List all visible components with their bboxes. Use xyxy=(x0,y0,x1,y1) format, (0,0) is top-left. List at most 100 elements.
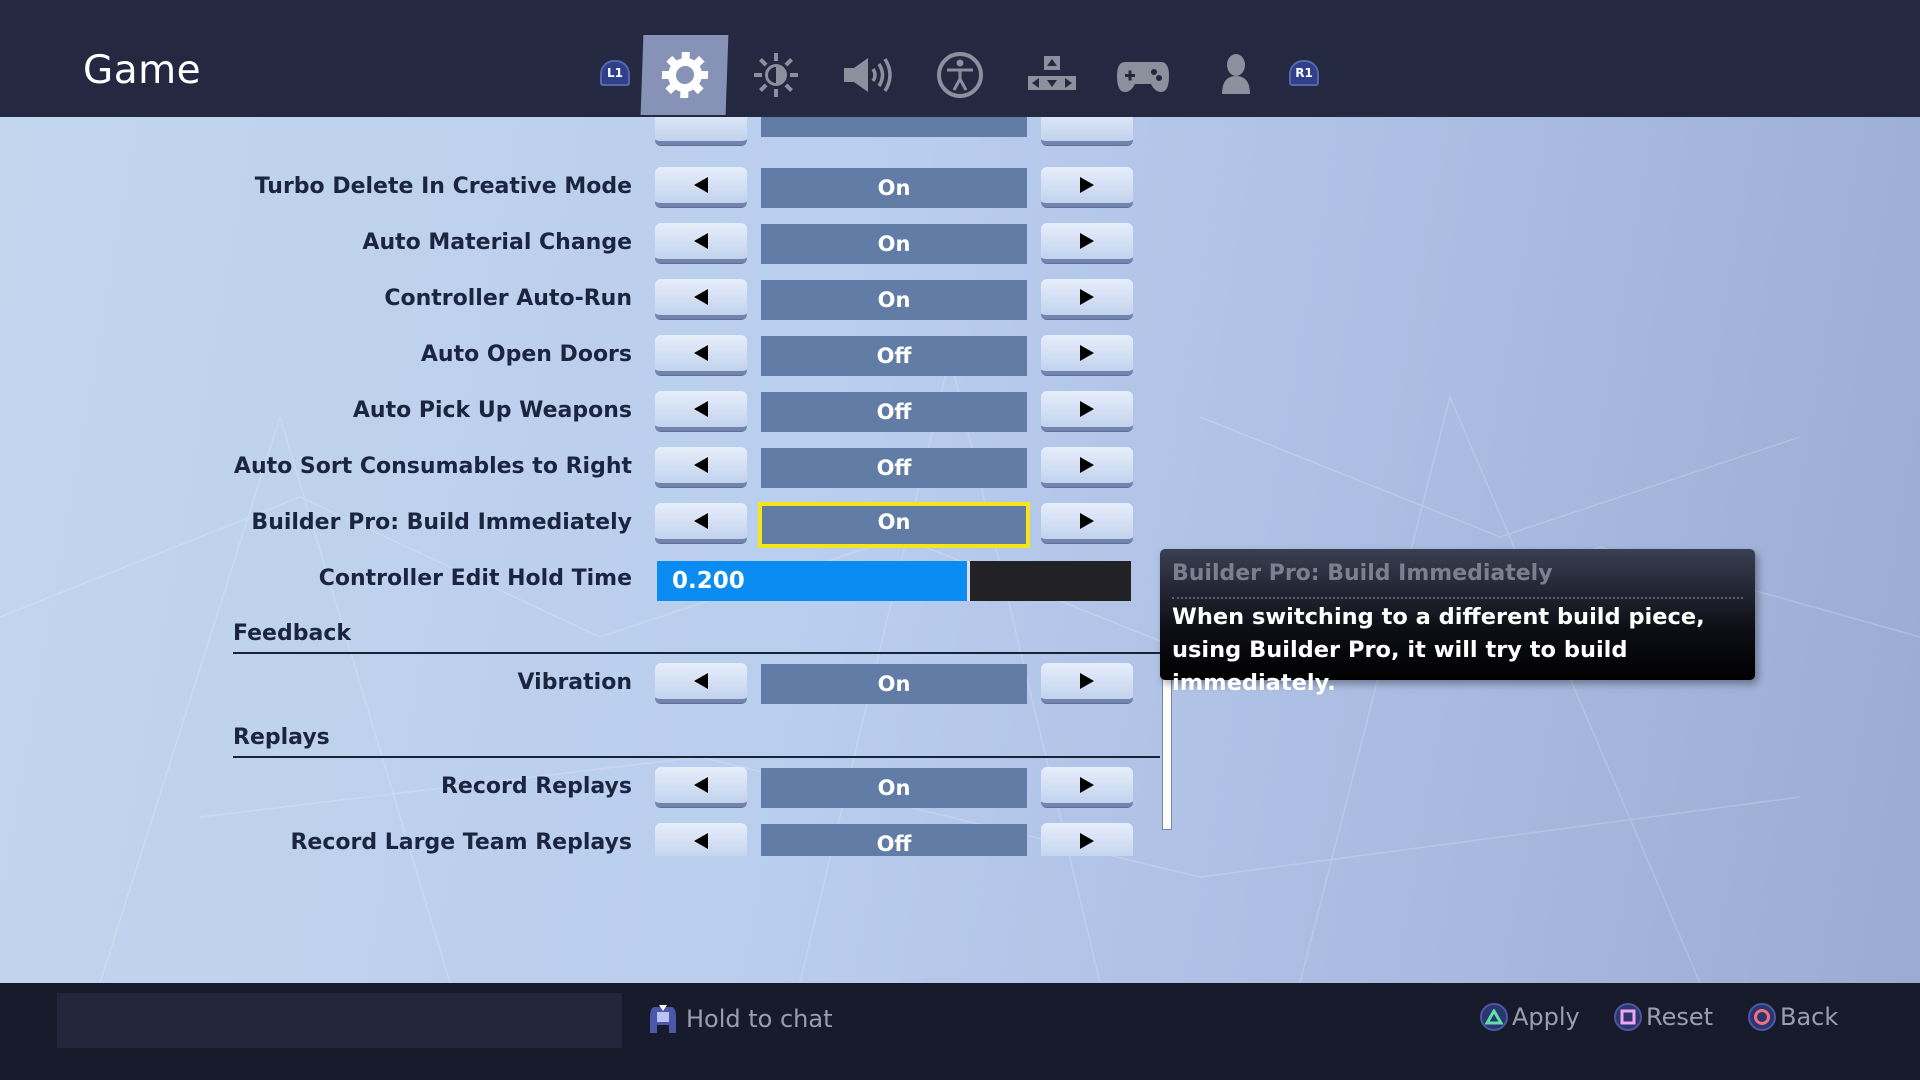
previous-option-button[interactable] xyxy=(655,663,747,703)
option-value xyxy=(761,117,1027,137)
r1-bumper-hint[interactable]: R1 xyxy=(1289,60,1319,86)
square-button-icon xyxy=(1614,1003,1642,1031)
gear-icon xyxy=(661,52,708,98)
option-value: On xyxy=(761,224,1027,264)
right-arrow-icon xyxy=(1080,289,1094,305)
back-button[interactable]: Back xyxy=(1748,1003,1838,1031)
dpad-icon xyxy=(1027,56,1076,90)
chat-box[interactable] xyxy=(57,993,622,1048)
back-label: Back xyxy=(1780,1003,1839,1031)
next-option-button[interactable] xyxy=(1041,335,1133,375)
header-bar: Game L1 R1 xyxy=(0,0,1920,117)
right-arrow-icon xyxy=(1080,833,1094,849)
next-option-button[interactable] xyxy=(1041,167,1133,207)
accessibility-icon xyxy=(936,52,983,98)
person-icon xyxy=(1221,54,1250,94)
right-arrow-icon xyxy=(1080,457,1094,473)
option-value: Off xyxy=(761,392,1027,432)
next-option-button[interactable] xyxy=(1041,447,1133,487)
setting-row[interactable]: Record Large Team Replays Off xyxy=(0,815,1200,856)
edit-hold-time-slider[interactable]: 0.200 xyxy=(657,561,1131,601)
left-arrow-icon xyxy=(694,833,708,849)
apply-label: Apply xyxy=(1512,1003,1580,1031)
l1-bumper-hint[interactable]: L1 xyxy=(600,60,630,86)
option-value: On xyxy=(761,168,1027,208)
setting-label: Turbo Delete In Creative Mode xyxy=(254,174,632,199)
right-arrow-icon xyxy=(1080,345,1094,361)
setting-row[interactable]: Turbo Delete In Creative Mode On xyxy=(0,159,1200,215)
tab-game[interactable] xyxy=(640,35,729,115)
left-arrow-icon xyxy=(694,401,708,417)
left-arrow-icon xyxy=(694,513,708,529)
next-option-button[interactable] xyxy=(1041,503,1133,543)
setting-row-focused[interactable]: Builder Pro: Build Immediately On xyxy=(0,495,1200,551)
next-option-button[interactable] xyxy=(1041,279,1133,319)
setting-label: Controller Auto-Run xyxy=(384,286,632,311)
next-option-button[interactable] xyxy=(1041,391,1133,431)
footer-bar: Hold to chat Apply Reset Back xyxy=(0,983,1920,1080)
setting-row[interactable]: Vibration On xyxy=(0,655,1200,711)
section-header-replays: Replays xyxy=(233,716,1160,758)
left-arrow-icon xyxy=(694,177,708,193)
setting-label: Builder Pro: Build Immediately xyxy=(251,510,632,535)
option-value: On xyxy=(761,768,1027,808)
tab-accessibility[interactable] xyxy=(917,35,1002,115)
option-value-focused: On xyxy=(758,502,1030,548)
previous-option-button[interactable] xyxy=(655,823,747,856)
next-option-button[interactable] xyxy=(1041,223,1133,263)
page-title: Game xyxy=(83,48,202,93)
section-title: Feedback xyxy=(233,621,351,646)
previous-option-button[interactable] xyxy=(655,503,747,543)
setting-row[interactable]: Controller Auto-Run On xyxy=(0,271,1200,327)
setting-label: Record Large Team Replays xyxy=(290,830,632,855)
gamepad-icon xyxy=(1116,62,1169,92)
circle-button-icon xyxy=(1748,1003,1776,1031)
apply-button[interactable]: Apply xyxy=(1480,1003,1580,1031)
previous-option-button[interactable] xyxy=(655,223,747,263)
option-value: Off xyxy=(761,824,1027,856)
setting-tooltip: Builder Pro: Build Immediately When swit… xyxy=(1160,549,1755,696)
section-title: Replays xyxy=(233,725,330,750)
tab-audio[interactable] xyxy=(825,35,910,115)
reset-button[interactable]: Reset xyxy=(1614,1003,1713,1031)
setting-label: Auto Material Change xyxy=(362,230,632,255)
next-option-button[interactable] xyxy=(1041,767,1133,807)
setting-row[interactable]: Record Replays On xyxy=(0,759,1200,815)
section-header-feedback: Feedback xyxy=(233,612,1160,654)
tooltip-title: Builder Pro: Build Immediately xyxy=(1172,561,1553,586)
tab-account[interactable] xyxy=(1193,35,1278,115)
setting-label: Vibration xyxy=(517,670,632,695)
settings-list: Turbo Delete In Creative Mode On Auto Ma… xyxy=(0,117,1200,856)
previous-option-button[interactable] xyxy=(655,767,747,807)
setting-row-partial xyxy=(0,117,1200,153)
left-arrow-icon xyxy=(694,345,708,361)
right-arrow-icon xyxy=(1080,513,1094,529)
setting-label: Record Replays xyxy=(440,774,632,799)
left-arrow-icon xyxy=(694,777,708,793)
setting-row[interactable]: Auto Sort Consumables to Right Off xyxy=(0,439,1200,495)
tab-controller[interactable] xyxy=(1100,35,1185,115)
tab-video[interactable] xyxy=(733,35,818,115)
previous-option-button[interactable] xyxy=(655,279,747,319)
setting-row[interactable]: Auto Material Change On xyxy=(0,215,1200,271)
setting-row[interactable]: Auto Open Doors Off xyxy=(0,327,1200,383)
previous-option-button[interactable] xyxy=(655,117,747,145)
left-arrow-icon xyxy=(694,289,708,305)
previous-option-button[interactable] xyxy=(655,335,747,375)
next-option-button[interactable] xyxy=(1041,663,1133,703)
slider-row[interactable]: Controller Edit Hold Time 0.200 xyxy=(0,551,1200,607)
left-arrow-icon xyxy=(694,233,708,249)
setting-row[interactable]: Auto Pick Up Weapons Off xyxy=(0,383,1200,439)
tab-input[interactable] xyxy=(1009,35,1094,115)
right-arrow-icon xyxy=(1080,177,1094,193)
previous-option-button[interactable] xyxy=(655,167,747,207)
previous-option-button[interactable] xyxy=(655,447,747,487)
left-arrow-icon xyxy=(694,673,708,689)
setting-label: Auto Sort Consumables to Right xyxy=(233,454,632,479)
right-arrow-icon xyxy=(1080,233,1094,249)
reset-label: Reset xyxy=(1646,1003,1714,1031)
previous-option-button[interactable] xyxy=(655,391,747,431)
next-option-button[interactable] xyxy=(1041,823,1133,856)
next-option-button[interactable] xyxy=(1041,117,1133,145)
setting-label: Auto Pick Up Weapons xyxy=(352,398,632,423)
